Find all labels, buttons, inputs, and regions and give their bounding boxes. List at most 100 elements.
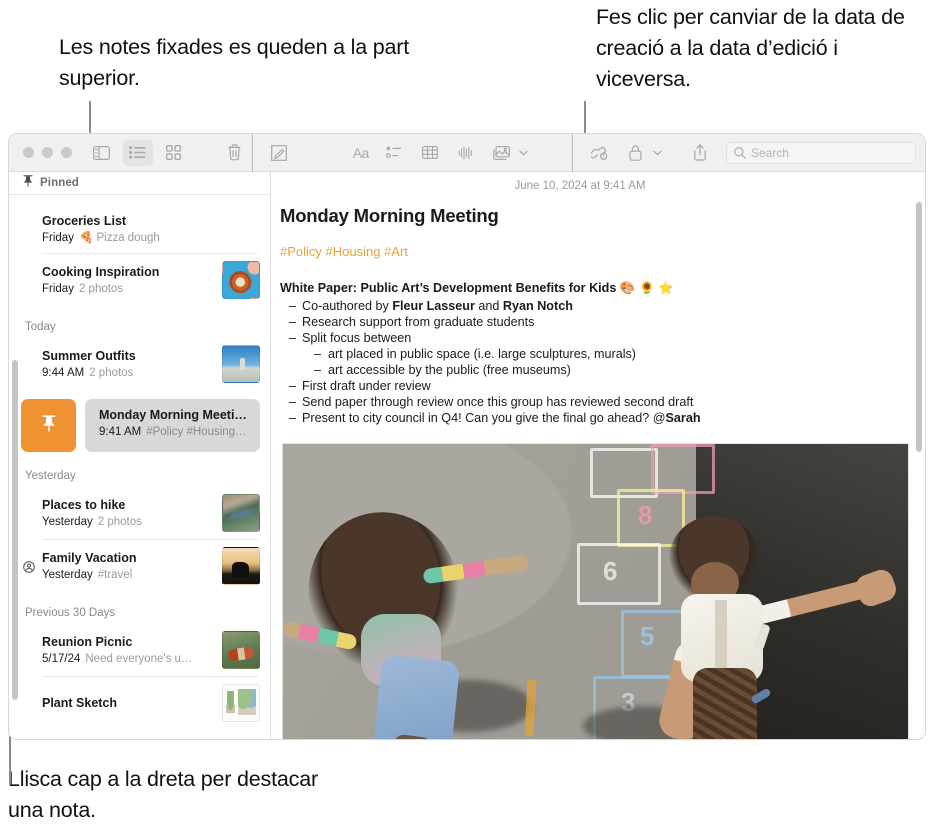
- note-bullet-item: art placed in public space (i.e. large s…: [280, 346, 925, 362]
- minimize-button[interactable]: [42, 147, 53, 158]
- note-list-item-title: Family Vacation: [42, 550, 137, 565]
- note-list-item-swiped[interactable]: Monday Morning Meeting 9:41 AM #Policy #Ho…: [9, 395, 270, 456]
- toolbar-divider-2: [572, 134, 574, 172]
- format-label: Aa: [352, 144, 370, 161]
- toolbar: Aa Search: [9, 134, 925, 172]
- toolbar-divider-1: [252, 134, 254, 172]
- note-list-item-date: Yesterday: [42, 515, 93, 528]
- note-list-item-selected[interactable]: Monday Morning Meeting 9:41 AM #Policy #Ho…: [85, 399, 260, 452]
- note-list-item-thumbnail: [222, 684, 260, 722]
- notes-group-header: Yesterday: [25, 470, 76, 482]
- note-title: Monday Morning Meeting: [280, 205, 499, 226]
- media-icon[interactable]: [487, 140, 517, 166]
- note-list-item[interactable]: Reunion Picnic 5/17/24 Need everyone's u…: [9, 624, 270, 677]
- note-bullet-bold: Fleur Lasseur: [392, 299, 475, 313]
- note-list-item-snippet: Need everyone's u…: [85, 652, 193, 665]
- note-list-item-snippet: 🍕 Pizza dough: [78, 232, 160, 244]
- shared-note-icon: [23, 560, 35, 573]
- note-list-item-text: Reunion Picnic 5/17/24 Need everyone's u…: [42, 634, 214, 667]
- note-bullet-item: Split focus between: [280, 330, 925, 346]
- compose-note-icon[interactable]: [264, 140, 294, 166]
- note-list-item-subtitle: Yesterday 2 photos: [42, 514, 214, 530]
- notes-app-window: Aa Search Pinned Groceries List Friday 🍕…: [8, 133, 926, 740]
- leader-line-swipe: [9, 735, 11, 785]
- note-photo-hopscotch[interactable]: 8 6 5 3: [282, 443, 909, 739]
- detail-scrollbar[interactable]: [916, 202, 922, 452]
- note-list-item-snippet: 2 photos: [89, 366, 134, 379]
- checklist-icon[interactable]: [379, 140, 409, 166]
- note-bullet-item: Co-authored by Fleur Lasseur and Ryan No…: [280, 298, 925, 314]
- note-list-item[interactable]: Family Vacation Yesterday #travel: [9, 540, 270, 593]
- note-list-item-title: Plant Sketch: [42, 696, 118, 710]
- lock-icon[interactable]: [621, 140, 651, 166]
- note-bullet-item: Present to city council in Q4! Can you g…: [280, 410, 925, 426]
- notes-list[interactable]: Groceries List Friday 🍕 Pizza dough Cooking…: [9, 195, 270, 730]
- note-content[interactable]: Monday Morning Meeting #Policy #Housing …: [271, 192, 925, 739]
- maximize-button[interactable]: [61, 147, 72, 158]
- window-traffic-lights[interactable]: [9, 147, 84, 158]
- share-icon[interactable]: [685, 140, 715, 166]
- note-list-item-text: Places to hike Yesterday 2 photos: [42, 497, 214, 530]
- note-list-item-text: Family Vacation Yesterday #travel: [42, 550, 214, 583]
- sidebar-scrollbar[interactable]: [12, 360, 18, 700]
- note-subheading: White Paper: Public Art’s Development Be…: [280, 281, 674, 295]
- note-bullet-list: Co-authored by Fleur Lasseur and Ryan No…: [280, 298, 925, 426]
- note-tags[interactable]: #Policy #Housing #Art: [280, 244, 925, 259]
- note-bullet-bold: Sarah: [665, 411, 701, 425]
- note-list-item[interactable]: Summer Outfits 9:44 AM 2 photos: [9, 338, 270, 391]
- note-list-item-subtitle: 9:41 AM #Policy #Housing…: [99, 424, 248, 440]
- chalk-box-6: [577, 543, 661, 605]
- notes-list-sidebar[interactable]: Pinned Groceries List Friday 🍕 Pizza dough…: [9, 172, 271, 739]
- pinned-section-label: Pinned: [40, 177, 79, 189]
- note-list-item-thumbnail: [222, 345, 260, 383]
- note-list-item-date: 5/17/24: [42, 652, 81, 665]
- pin-note-action-button[interactable]: [21, 399, 76, 452]
- note-list-item-snippet: 2 photos: [97, 515, 142, 528]
- kid-right-arm-right: [744, 578, 874, 628]
- callout-date-toggle: Fes clic per canviar de la data de creac…: [596, 5, 905, 91]
- note-list-item[interactable]: Plant Sketch: [9, 677, 270, 730]
- trash-icon[interactable]: [219, 140, 249, 166]
- note-list-item-subtitle: Friday 🍕 Pizza dough: [42, 230, 260, 246]
- pin-icon: [42, 414, 56, 437]
- note-list-item-subtitle: Friday 2 photos: [42, 281, 214, 297]
- list-view-icon[interactable]: [122, 139, 153, 166]
- note-list-item[interactable]: Groceries List Friday 🍕 Pizza dough: [9, 206, 270, 254]
- gallery-view-icon[interactable]: [159, 140, 189, 166]
- note-list-item-title: Groceries List: [42, 214, 127, 228]
- chevron-down-icon[interactable]: [517, 140, 530, 166]
- kid-right-shirt-placket: [715, 600, 727, 672]
- search-placeholder: Search: [750, 145, 789, 160]
- note-list-item-thumbnail: [222, 494, 260, 532]
- chevron-down-icon[interactable]: [651, 140, 664, 166]
- kid-right-pants: [693, 668, 757, 739]
- callout-swipe-to-pin: Llisca cap a la dreta per destacar una n…: [8, 767, 318, 822]
- note-list-item-snippet: #Policy #Housing…: [146, 426, 247, 438]
- collaborate-link-icon[interactable]: [585, 140, 615, 166]
- note-list-item-date: Friday: [42, 282, 74, 295]
- note-list-item[interactable]: Cooking Inspiration Friday 2 photos: [9, 254, 270, 307]
- note-list-item-date: Friday: [42, 232, 74, 244]
- note-bullet-item: Research support from graduate students: [280, 314, 925, 330]
- note-list-item-text: Summer Outfits 9:44 AM 2 photos: [42, 348, 214, 381]
- note-date-toggle[interactable]: June 10, 2024 at 9:41 AM: [271, 172, 925, 192]
- close-button[interactable]: [23, 147, 34, 158]
- note-list-item[interactable]: Places to hike Yesterday 2 photos: [9, 487, 270, 540]
- audio-waveform-icon[interactable]: [451, 140, 481, 166]
- kid-left-jeans: [371, 654, 461, 739]
- pin-icon: [23, 174, 33, 192]
- format-text-icon[interactable]: Aa: [349, 140, 373, 166]
- sidebar-toggle-icon[interactable]: [87, 140, 117, 166]
- note-list-item-thumbnail: [222, 261, 260, 299]
- chalk-number-8: 8: [638, 500, 653, 530]
- note-detail-pane[interactable]: June 10, 2024 at 9:41 AM Monday Morning …: [271, 172, 925, 739]
- kid-right-hand: [852, 566, 900, 610]
- note-list-item-title: Monday Morning Meeting: [99, 408, 248, 422]
- table-icon[interactable]: [415, 140, 445, 166]
- window-body: Pinned Groceries List Friday 🍕 Pizza dough…: [9, 172, 925, 739]
- note-list-item-text: Cooking Inspiration Friday 2 photos: [42, 264, 214, 297]
- notes-group-header: Previous 30 Days: [25, 607, 116, 619]
- note-bullet-bold: Ryan Notch: [502, 299, 573, 313]
- note-list-item-date: Yesterday: [42, 568, 93, 581]
- search-input[interactable]: Search: [725, 141, 916, 164]
